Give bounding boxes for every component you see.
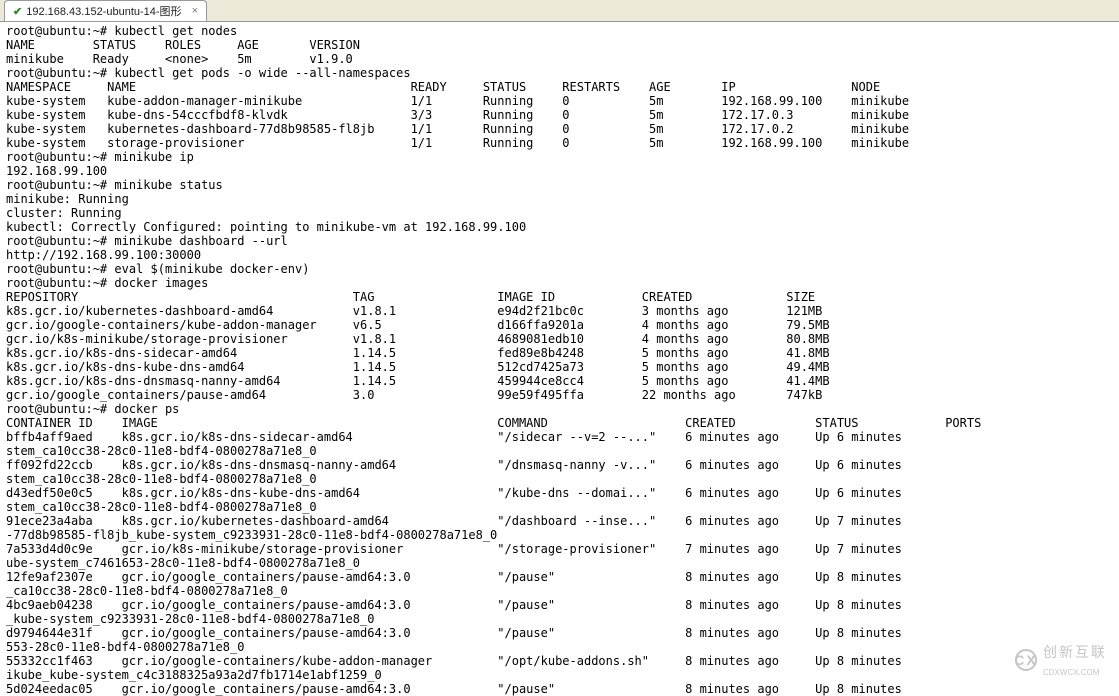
terminal-tab[interactable]: ✔ 192.168.43.152-ubuntu-14-图形 × [4,0,207,21]
terminal-output[interactable]: root@ubuntu:~# kubectl get nodes NAME ST… [0,22,1119,696]
check-icon: ✔ [13,5,22,18]
watermark: CX 创新互联 CDXWCX.COM [1015,642,1107,678]
watermark-sub: CDXWCX.COM [1043,668,1099,677]
tab-title: 192.168.43.152-ubuntu-14-图形 [26,3,181,19]
close-icon[interactable]: × [192,5,198,17]
watermark-logo-icon: CX [1015,649,1037,671]
watermark-text: 创新互联 [1043,644,1107,660]
tab-bar: ✔ 192.168.43.152-ubuntu-14-图形 × [0,0,1119,22]
